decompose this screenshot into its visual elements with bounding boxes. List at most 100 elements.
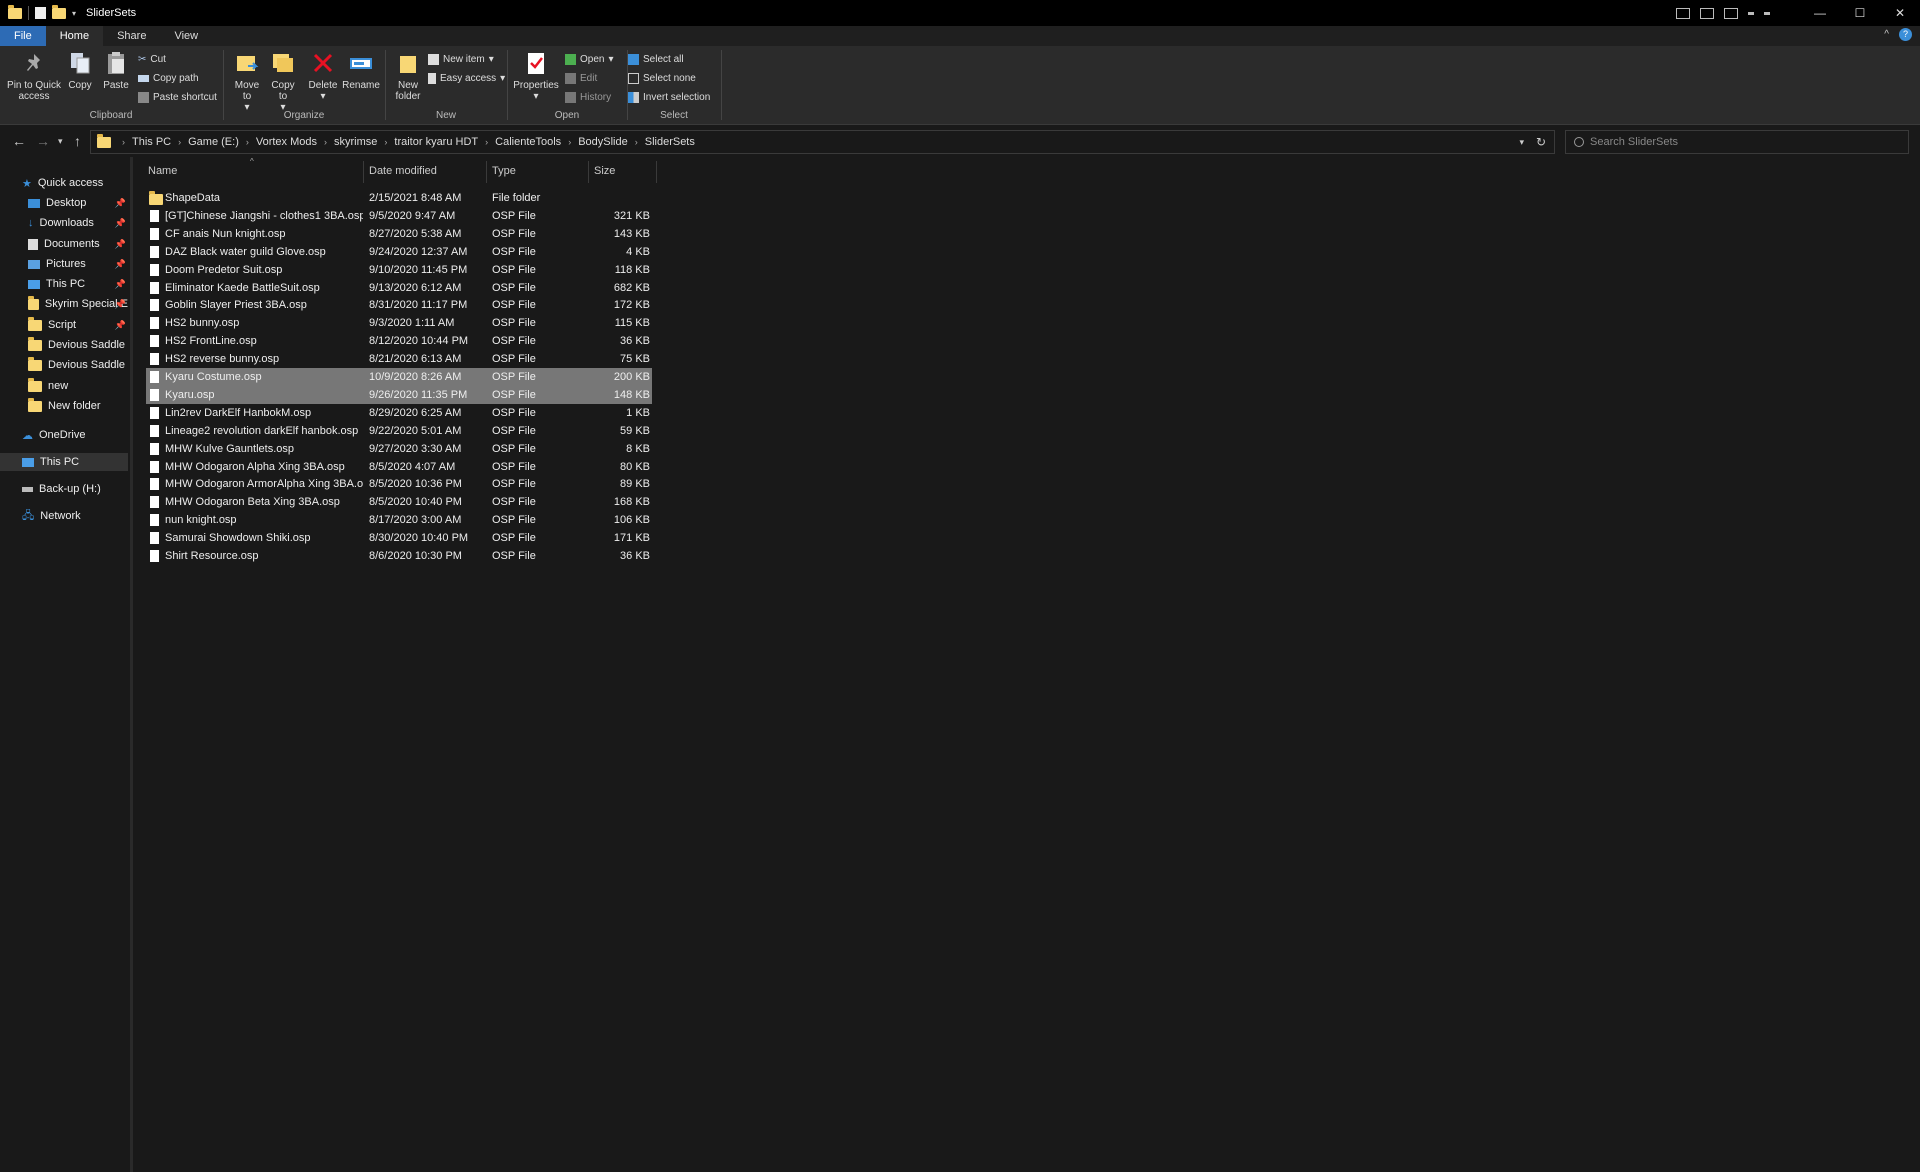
recent-locations-chevron-icon[interactable]: ▾ — [58, 136, 63, 147]
invert-selection-button[interactable]: Invert selection — [628, 89, 710, 105]
table-row[interactable]: Lin2rev DarkElf HanbokM.osp 8/29/2020 6:2… — [146, 404, 652, 422]
sidebar-item-documents[interactable]: Documents 📌 — [28, 235, 128, 253]
layout-icon[interactable] — [1700, 7, 1714, 19]
column-header-type[interactable]: Type — [492, 157, 582, 185]
breadcrumb-game-drive[interactable]: Game (E:) — [186, 136, 241, 148]
table-row[interactable]: Goblin Slayer Priest 3BA.osp 8/31/2020 11… — [146, 296, 652, 314]
sidebar-item-new[interactable]: new — [28, 377, 128, 395]
pin-icon[interactable]: 📌 — [115, 320, 126, 331]
properties-button[interactable]: Properties ▾ — [512, 50, 560, 102]
sidebar-item-devious-saddle-2[interactable]: Devious Saddle — [28, 356, 128, 374]
chevron-right-icon[interactable]: › — [241, 137, 254, 147]
column-divider[interactable] — [588, 161, 589, 183]
chevron-down-icon[interactable]: ▾ — [72, 9, 76, 18]
column-divider[interactable] — [486, 161, 487, 183]
table-row[interactable]: Lineage2 revolution darkElf hanbok.osp 9/… — [146, 422, 652, 440]
table-row[interactable]: HS2 reverse bunny.osp 8/21/2020 6:13 AM OS… — [146, 350, 652, 368]
close-button[interactable]: ✕ — [1880, 0, 1920, 26]
table-row[interactable]: [GT]Chinese Jiangshi - clothes1 3BA.osp 9… — [146, 207, 652, 225]
copy-path-button[interactable]: Copy path — [138, 70, 199, 86]
new-item-button[interactable]: New item ▾ — [428, 51, 494, 67]
sidebar-item-pictures[interactable]: Pictures 📌 — [28, 255, 128, 273]
chevron-right-icon[interactable]: › — [173, 137, 186, 147]
layout-icon[interactable] — [1676, 7, 1690, 19]
tab-file[interactable]: File — [0, 26, 46, 46]
breadcrumb-calientetools[interactable]: CalienteTools — [493, 136, 563, 148]
rename-button[interactable]: Rename — [342, 50, 380, 91]
chevron-right-icon[interactable]: › — [563, 137, 576, 147]
delete-button[interactable]: Delete ▾ — [306, 50, 340, 102]
sidebar-item-downloads[interactable]: ↓ Downloads 📌 — [28, 214, 128, 232]
address-history-chevron-icon[interactable]: ▾ — [1519, 137, 1524, 148]
table-row[interactable]: Kyaru.osp 9/26/2020 11:35 PM OSP File 148 K… — [146, 385, 652, 404]
chevron-right-icon[interactable]: › — [319, 137, 332, 147]
chevron-right-icon[interactable]: › — [379, 137, 392, 147]
table-row[interactable]: nun knight.osp 8/17/2020 3:00 AM OSP File 1… — [146, 511, 652, 529]
chevron-right-icon[interactable]: › — [117, 137, 130, 147]
column-header-size[interactable]: Size — [594, 157, 654, 185]
sidebar-item-script[interactable]: Script 📌 — [28, 316, 128, 334]
breadcrumb-bodyslide[interactable]: BodySlide — [576, 136, 630, 148]
tab-view[interactable]: View — [160, 26, 212, 46]
pin-to-quick-access-button[interactable]: Pin to Quick access — [6, 50, 62, 102]
layout-icon[interactable] — [1764, 11, 1770, 15]
table-row[interactable]: Shirt Resource.osp 8/6/2020 10:30 PM OSP F… — [146, 547, 652, 565]
copy-button[interactable]: Copy — [64, 50, 96, 91]
layout-icon[interactable] — [1724, 7, 1738, 19]
layout-icon[interactable] — [1748, 11, 1754, 15]
table-row[interactable]: MHW Odogaron Alpha Xing 3BA.osp 8/5/2020 … — [146, 458, 652, 476]
select-none-button[interactable]: Select none — [628, 70, 696, 86]
collapse-ribbon-icon[interactable]: ^ — [1884, 29, 1889, 40]
easy-access-button[interactable]: Easy access ▾ — [428, 70, 505, 86]
sidebar-item-new-folder[interactable]: New folder — [28, 397, 128, 415]
chevron-right-icon[interactable]: › — [630, 137, 643, 147]
tab-share[interactable]: Share — [103, 26, 160, 46]
breadcrumb-skyrimse[interactable]: skyrimse — [332, 136, 379, 148]
table-row[interactable]: Kyaru Costume.osp 10/9/2020 8:26 AM OSP Fi… — [146, 368, 652, 386]
pin-icon[interactable]: 📌 — [115, 279, 126, 290]
table-row[interactable]: HS2 FrontLine.osp 8/12/2020 10:44 PM OSP F… — [146, 332, 652, 350]
pin-icon[interactable]: 📌 — [115, 198, 126, 209]
breadcrumb-traitor-kyaru-hdt[interactable]: traitor kyaru HDT — [392, 136, 480, 148]
table-row[interactable]: MHW Odogaron Beta Xing 3BA.osp 8/5/2020 1… — [146, 493, 652, 511]
sidebar-item-devious-saddle-1[interactable]: Devious Saddle — [28, 336, 128, 354]
pin-icon[interactable]: 📌 — [115, 218, 126, 229]
table-row[interactable]: DAZ Black water guild Glove.osp 9/24/2020… — [146, 243, 652, 261]
breadcrumb-slidersets[interactable]: SliderSets — [643, 136, 697, 148]
refresh-icon[interactable]: ↻ — [1536, 135, 1546, 149]
breadcrumb-this-pc[interactable]: This PC — [130, 136, 173, 148]
paste-button[interactable]: Paste — [100, 50, 132, 91]
up-arrow-icon[interactable]: ↑ — [74, 133, 81, 149]
select-all-button[interactable]: Select all — [628, 51, 684, 67]
open-button[interactable]: Open ▾ — [565, 51, 614, 67]
chevron-right-icon[interactable]: › — [480, 137, 493, 147]
pin-icon[interactable]: 📌 — [115, 239, 126, 250]
copy-to-button[interactable]: Copy to ▾ — [266, 50, 300, 113]
back-arrow-icon[interactable]: ← — [12, 133, 26, 149]
table-row[interactable]: Eliminator Kaede BattleSuit.osp 9/13/2020… — [146, 279, 652, 297]
pin-icon[interactable]: 📌 — [115, 299, 126, 310]
table-row[interactable]: Doom Predetor Suit.osp 9/10/2020 11:45 PM… — [146, 261, 652, 279]
paste-shortcut-button[interactable]: Paste shortcut — [138, 89, 217, 105]
sidebar-item-skyrim-special-edition[interactable]: Skyrim Special E 📌 — [28, 295, 128, 313]
column-divider[interactable] — [656, 161, 657, 183]
table-row[interactable]: HS2 bunny.osp 9/3/2020 1:11 AM OSP File 115… — [146, 314, 652, 332]
maximize-button[interactable]: ☐ — [1840, 0, 1880, 26]
sidebar-item-this-pc[interactable]: This PC — [0, 453, 128, 471]
tab-home[interactable]: Home — [45, 26, 104, 46]
forward-arrow-icon[interactable]: → — [36, 133, 50, 149]
sidebar-item-desktop[interactable]: Desktop 📌 — [28, 194, 128, 212]
cut-button[interactable]: ✂ Cut — [138, 51, 166, 67]
table-row[interactable]: CF anais Nun knight.osp 8/27/2020 5:38 AM… — [146, 225, 652, 243]
table-row[interactable]: ShapeData 2/15/2021 8:48 AM File folder — [146, 189, 652, 207]
column-header-name[interactable]: Name — [148, 157, 368, 185]
new-folder-button[interactable]: New folder — [390, 50, 426, 102]
properties-qat-icon[interactable] — [35, 7, 46, 19]
navigation-pane-scrollbar[interactable] — [130, 157, 133, 1172]
pin-icon[interactable]: 📌 — [115, 259, 126, 270]
move-to-button[interactable]: Move to ▾ — [230, 50, 264, 113]
table-row[interactable]: MHW Kulve Gauntlets.osp 9/27/2020 3:30 AM… — [146, 440, 652, 458]
edit-button[interactable]: Edit — [565, 70, 597, 86]
column-divider[interactable] — [363, 161, 364, 183]
search-box[interactable]: Search SliderSets — [1565, 130, 1909, 154]
